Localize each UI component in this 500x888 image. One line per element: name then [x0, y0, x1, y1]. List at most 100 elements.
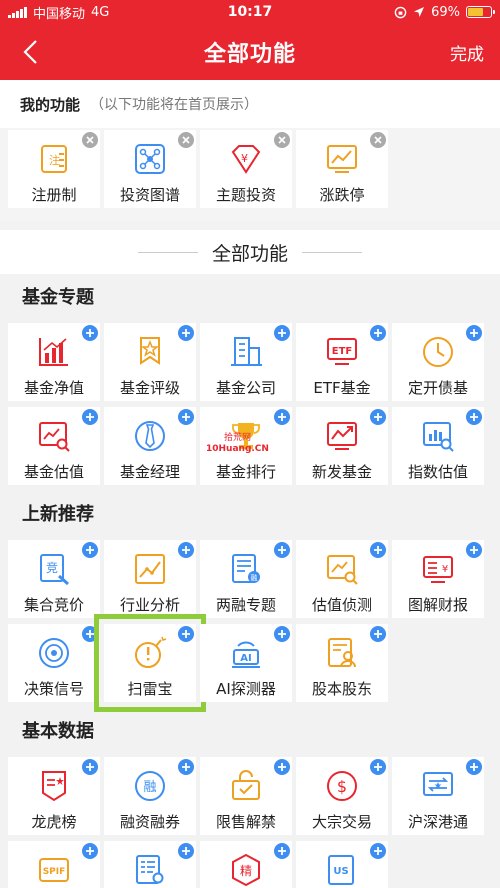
function-tile-us-stock[interactable]: US	[296, 841, 388, 888]
add-icon[interactable]	[82, 759, 98, 775]
add-icon[interactable]	[82, 542, 98, 558]
function-label: 新发基金	[311, 463, 372, 481]
shareholder-icon	[328, 638, 356, 668]
my-functions-title: 我的功能	[20, 95, 81, 114]
function-tile-ai-detector[interactable]: AI AI探测器	[200, 624, 292, 702]
function-tile-margin-doc[interactable]: 融两融专题	[200, 540, 292, 618]
function-tile-index-chart[interactable]: 指数估值	[392, 407, 484, 485]
function-tile-manager-tie[interactable]: 基金经理	[104, 407, 196, 485]
all-functions-divider: 全部功能	[0, 230, 500, 274]
add-icon[interactable]	[178, 325, 194, 341]
add-icon[interactable]	[274, 409, 290, 425]
function-tile-signal[interactable]: 决策信号	[8, 624, 100, 702]
function-tile-registration[interactable]: 注注册制	[8, 130, 100, 208]
function-label: 基金评级	[119, 379, 180, 397]
function-tile-industry-chart[interactable]: 行业分析	[104, 540, 196, 618]
function-tile-bomb[interactable]: 扫雷宝	[94, 614, 206, 712]
add-icon[interactable]	[274, 325, 290, 341]
add-icon[interactable]	[274, 626, 290, 642]
svg-text:US: US	[333, 866, 348, 877]
watermark: 拾荒网 10Huang.CN	[206, 433, 269, 455]
add-icon[interactable]	[370, 843, 386, 859]
function-label: 基金净值	[23, 379, 84, 397]
svg-text:ETF: ETF	[332, 346, 352, 357]
function-tile-spif[interactable]: SPIF	[8, 841, 100, 888]
function-tile-rating-badge[interactable]: 基金评级	[104, 323, 196, 401]
function-tile-financing[interactable]: 融融资融券	[104, 757, 196, 835]
add-icon[interactable]	[370, 759, 386, 775]
function-tile-hk-connect[interactable]: 沪深港通	[392, 757, 484, 835]
add-icon[interactable]	[466, 325, 482, 341]
function-tile-list-doc[interactable]	[104, 841, 196, 888]
financing-icon: 融	[135, 771, 165, 801]
function-tile-etf[interactable]: ETF ETF基金	[296, 323, 388, 401]
add-icon[interactable]	[178, 843, 194, 859]
function-tile-unlock[interactable]: 限售解禁	[200, 757, 292, 835]
manager-tie-icon	[135, 421, 165, 451]
remove-icon[interactable]	[370, 132, 386, 148]
function-tile-network-graph[interactable]: 投资图谱	[104, 130, 196, 208]
add-icon[interactable]	[274, 759, 290, 775]
function-label: 图解财报	[407, 596, 468, 614]
function-tile-trophy[interactable]: 基金排行 拾荒网 10Huang.CN	[200, 407, 292, 485]
function-tile-building[interactable]: 基金公司	[200, 323, 292, 401]
section-grid: 竞集合竞价 行业分析融两融专题 估值侦测 ¥ 图解财报决策信号 扫雷宝 AI AI探测器 股本股…	[0, 535, 500, 712]
function-tile-dollar[interactable]: $ 大宗交易	[296, 757, 388, 835]
valuation-search-icon	[39, 422, 70, 452]
trend-chart-icon	[327, 145, 357, 173]
add-icon[interactable]	[466, 759, 482, 775]
divider-line	[137, 251, 198, 253]
svg-text:竞: 竞	[46, 561, 58, 575]
signal-icon	[39, 638, 69, 668]
hk-connect-icon	[423, 772, 453, 796]
add-icon[interactable]	[178, 409, 194, 425]
add-icon[interactable]	[178, 626, 194, 642]
add-icon[interactable]	[82, 843, 98, 859]
remove-icon[interactable]	[82, 132, 98, 148]
function-tile-detect-chart[interactable]: 估值侦测	[296, 540, 388, 618]
remove-icon[interactable]	[274, 132, 290, 148]
function-tile-valuation-search[interactable]: 基金估值	[8, 407, 100, 485]
function-tile-clock[interactable]: 定开债基	[392, 323, 484, 401]
done-button[interactable]: 完成	[450, 40, 484, 65]
svg-text:AI: AI	[240, 653, 251, 664]
svg-text:¥: ¥	[442, 564, 448, 575]
function-tile-fine[interactable]: 精	[200, 841, 292, 888]
spif-icon: SPIF	[39, 858, 69, 882]
back-icon[interactable]	[18, 38, 46, 66]
add-icon[interactable]	[466, 542, 482, 558]
fine-icon: 精	[232, 853, 260, 887]
function-tile-dragon-list[interactable]: 龙虎榜	[8, 757, 100, 835]
add-icon[interactable]	[82, 409, 98, 425]
add-icon[interactable]	[178, 759, 194, 775]
remove-icon[interactable]	[178, 132, 194, 148]
svg-text:¥: ¥	[241, 152, 248, 165]
function-label: 指数估值	[407, 463, 468, 481]
function-label: 决策信号	[23, 680, 84, 698]
function-tile-shareholder[interactable]: 股本股东	[296, 624, 388, 702]
unlock-icon	[232, 770, 260, 800]
svg-text:$: $	[337, 777, 347, 796]
add-icon[interactable]	[82, 325, 98, 341]
function-tile-gem[interactable]: ¥ 主题投资	[200, 130, 292, 208]
add-icon[interactable]	[370, 409, 386, 425]
add-icon[interactable]	[82, 626, 98, 642]
add-icon[interactable]	[370, 542, 386, 558]
add-icon[interactable]	[178, 542, 194, 558]
add-icon[interactable]	[274, 843, 290, 859]
function-tile-new-fund[interactable]: 新发基金	[296, 407, 388, 485]
function-tile-report[interactable]: ¥ 图解财报	[392, 540, 484, 618]
location-icon	[414, 7, 425, 17]
function-tile-auction[interactable]: 竞集合竞价	[8, 540, 100, 618]
carrier: 中国移动	[33, 6, 86, 22]
status-bar: 中国移动 4G 10:17 69%	[0, 0, 500, 24]
add-icon[interactable]	[274, 542, 290, 558]
svg-text:融: 融	[143, 780, 156, 795]
add-icon[interactable]	[370, 325, 386, 341]
industry-chart-icon	[135, 554, 165, 584]
section-grid: 基金净值 基金评级 基金公司 ETF ETF基金 定开债基基金估值 基金经理 基金排行 拾荒网 1…	[0, 318, 500, 491]
function-tile-bar-chart[interactable]: 基金净值	[8, 323, 100, 401]
add-icon[interactable]	[466, 409, 482, 425]
add-icon[interactable]	[370, 626, 386, 642]
function-tile-trend-chart[interactable]: 涨跌停	[296, 130, 388, 208]
